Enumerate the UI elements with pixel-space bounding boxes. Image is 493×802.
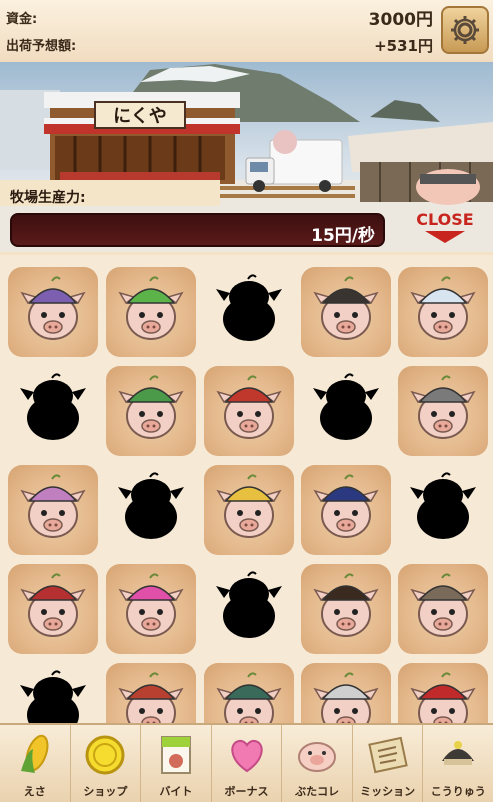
pig-portrait-icon xyxy=(118,375,184,439)
shop-sign: にくや xyxy=(113,106,167,127)
newspaper-icon xyxy=(160,736,191,774)
tab-exchange[interactable]: こうりゅう xyxy=(423,725,493,802)
pig-card-silhouette-horned-pig[interactable] xyxy=(398,465,488,555)
pig-portrait-icon xyxy=(118,276,184,340)
pig-portrait-icon xyxy=(313,672,379,723)
pig-card-glasses-cap-pig[interactable] xyxy=(8,564,98,654)
gear-icon xyxy=(451,16,479,44)
settings-button[interactable] xyxy=(441,6,489,54)
pig-portrait-icon xyxy=(313,276,379,340)
pig-silhouette-icon xyxy=(313,373,379,440)
pig-portrait-icon xyxy=(410,375,476,439)
close-button[interactable]: CLOSE xyxy=(405,206,485,250)
coin-icon xyxy=(85,735,125,775)
pig-card-green-beanie-pig[interactable] xyxy=(106,366,196,456)
pig-face-icon xyxy=(298,742,337,772)
pig-card-silhouette-blocky-pig[interactable] xyxy=(8,366,98,456)
bottom-nav: えさ ショップ バイト ボーナス ぶたコレ ミッション こうりゅう xyxy=(0,723,493,802)
pig-card-silhouette-spiky-pig[interactable] xyxy=(106,465,196,555)
pig-card-knit-hat-pig[interactable] xyxy=(8,465,98,555)
tab-label: ショップ xyxy=(83,785,128,798)
pig-portrait-icon xyxy=(216,672,282,723)
pig-card-nerd-glasses-pig[interactable] xyxy=(301,564,391,654)
tab-job[interactable]: バイト xyxy=(141,725,212,802)
tab-mission[interactable]: ミッション xyxy=(353,725,424,802)
pig-card-blue-cap-b-pig[interactable] xyxy=(398,267,488,357)
pig-card-red-hair-pig[interactable] xyxy=(106,663,196,723)
tab-label: ミッション xyxy=(360,785,416,798)
productivity-value: 15円/秒 xyxy=(311,226,375,246)
pig-card-soldier-helmet-pig[interactable] xyxy=(204,663,294,723)
exchange-icon xyxy=(442,741,475,765)
pig-portrait-icon xyxy=(410,672,476,723)
funds-label: 資金: xyxy=(6,12,38,27)
pig-card-silhouette-pig[interactable] xyxy=(204,267,294,357)
pig-silhouette-icon xyxy=(20,373,86,440)
pig-card-boar-pig[interactable] xyxy=(398,564,488,654)
pig-portrait-icon xyxy=(410,276,476,340)
tab-pig-collection[interactable]: ぶたコレ xyxy=(282,725,353,802)
tab-feed[interactable]: えさ xyxy=(0,725,71,802)
pig-card-red-cap-pig[interactable] xyxy=(204,366,294,456)
pig-silhouette-icon xyxy=(20,670,86,723)
pig-silhouette-icon xyxy=(118,472,184,539)
tab-shop[interactable]: ショップ xyxy=(71,725,142,802)
funds-row: 資金: 3000円 xyxy=(6,5,433,30)
pig-portrait-icon xyxy=(410,573,476,637)
pig-card-pink-hair-pig[interactable] xyxy=(106,564,196,654)
pig-card-blue-hat-man-pig[interactable] xyxy=(301,465,391,555)
forecast-value: +531円 xyxy=(374,37,433,55)
tab-label: ぶたコレ xyxy=(295,785,340,798)
arrow-down-icon xyxy=(425,231,465,243)
pig-portrait-icon xyxy=(216,375,282,439)
pig-card-purple-hat-sunglasses-pig[interactable] xyxy=(8,267,98,357)
pig-card-green-helmet-pig[interactable] xyxy=(398,663,488,723)
corn-icon xyxy=(20,734,49,773)
close-label: CLOSE xyxy=(416,210,474,229)
pig-card-silhouette-curly-pig[interactable] xyxy=(204,564,294,654)
forecast-row: 出荷予想額: +531円 xyxy=(6,32,433,56)
pig-portrait-icon xyxy=(20,474,86,538)
pig-card-baseball-cap-pig[interactable] xyxy=(301,267,391,357)
pig-card-silhouette-hairy-pig[interactable] xyxy=(301,366,391,456)
tab-label: バイト xyxy=(159,785,193,798)
pig-portrait-icon xyxy=(313,573,379,637)
pig-portrait-icon xyxy=(216,474,282,538)
pig-silhouette-icon xyxy=(410,472,476,539)
pig-portrait-icon xyxy=(20,276,86,340)
tab-label: ボーナス xyxy=(224,785,269,798)
productivity-label: 牧場生産力: xyxy=(10,190,86,206)
pig-silhouette-icon xyxy=(216,274,282,341)
tab-label: こうりゅう xyxy=(430,785,486,798)
scroll-icon xyxy=(367,736,408,774)
productivity-bar: 15円/秒 xyxy=(10,213,385,247)
pig-silhouette-icon xyxy=(216,571,282,638)
pig-collection-grid[interactable] xyxy=(0,255,493,723)
pig-portrait-icon xyxy=(313,474,379,538)
status-header: 資金: 3000円 出荷予想額: +531円 xyxy=(0,0,493,64)
pig-card-silhouette-batwing-pig[interactable] xyxy=(8,663,98,723)
pig-portrait-icon xyxy=(118,672,184,723)
tab-label: えさ xyxy=(23,785,46,798)
pig-portrait-icon xyxy=(20,573,86,637)
heart-icon xyxy=(230,739,263,773)
pig-card-grey-cap-pig[interactable] xyxy=(398,366,488,456)
funds-value: 3000円 xyxy=(368,10,433,30)
pig-portrait-icon xyxy=(118,573,184,637)
tab-bonus[interactable]: ボーナス xyxy=(212,725,283,802)
pig-card-green-pig[interactable] xyxy=(106,267,196,357)
forecast-label: 出荷予想額: xyxy=(6,39,77,54)
pig-card-muscle-pig[interactable] xyxy=(301,663,391,723)
pig-card-blonde-pig[interactable] xyxy=(204,465,294,555)
